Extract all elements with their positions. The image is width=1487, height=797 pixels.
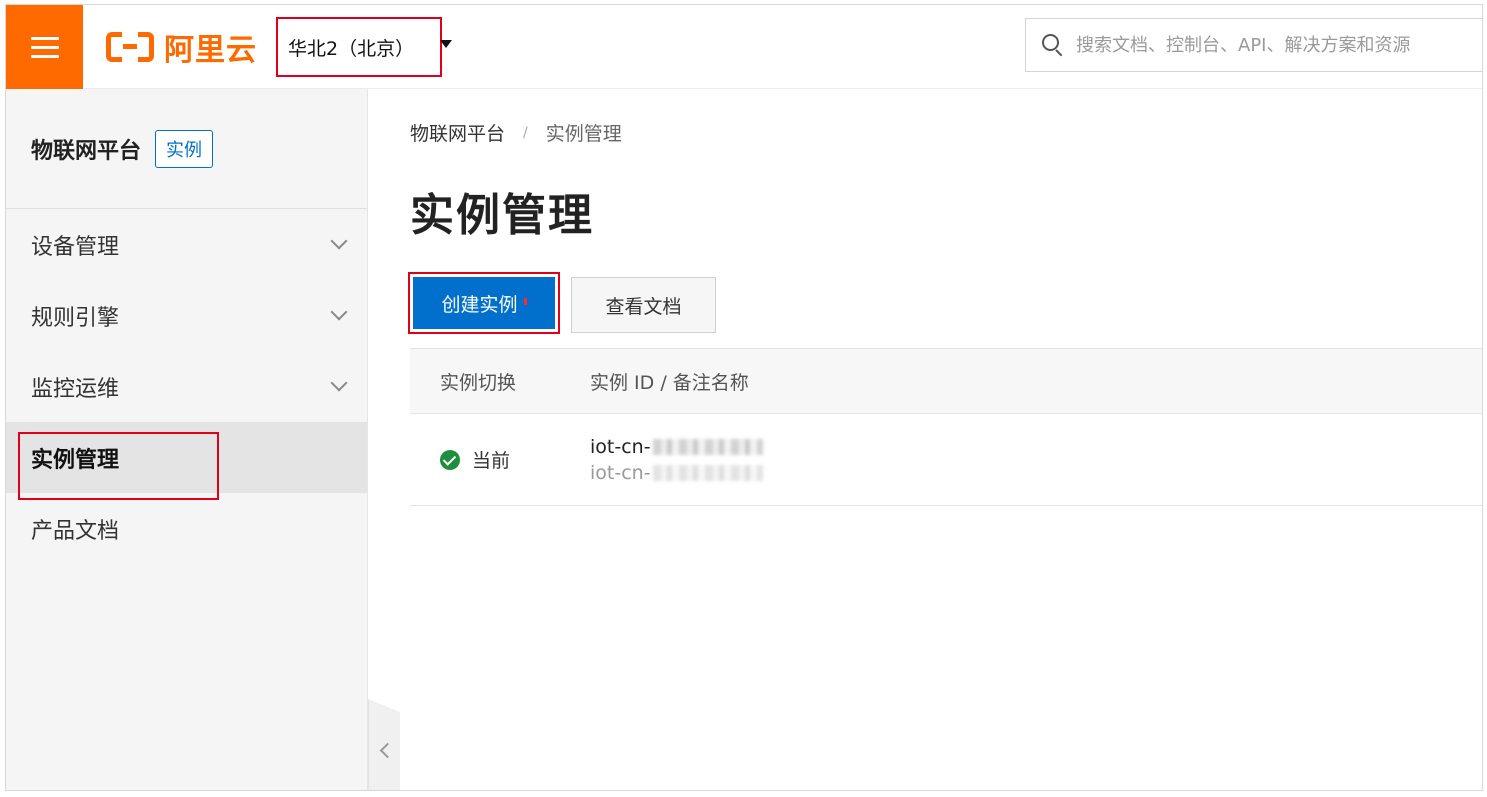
create-instance-label: 创建实例 [441, 293, 518, 316]
page-title: 实例管理 [410, 190, 594, 241]
sidebar-item-label: 规则引擎 [31, 305, 120, 331]
sidebar-item-label: 监控运维 [31, 376, 120, 402]
instance-tag[interactable]: 实例 [155, 129, 214, 168]
column-header-id: 实例 ID / 备注名称 [590, 371, 749, 394]
console-window: 阿里云 华北2（北京） 物联网平台 实例 设备管理 规则引擎 监控运维 实例管理 [5, 4, 1483, 791]
sidebar-item-monitoring[interactable]: 监控运维 [6, 351, 367, 422]
sidebar-item-device-management[interactable]: 设备管理 [6, 209, 367, 280]
aliyun-logo[interactable]: 阿里云 [106, 27, 257, 68]
sidebar-item-label: 设备管理 [31, 234, 120, 260]
create-instance-button[interactable]: 创建实例 [413, 277, 555, 329]
sidebar-item-product-docs[interactable]: 产品文档 [6, 493, 367, 564]
search-input[interactable] [1076, 34, 1476, 56]
column-header-switch: 实例切换 [440, 371, 517, 394]
table-header: 实例切换 实例 ID / 备注名称 [410, 348, 1482, 414]
menu-icon[interactable] [6, 5, 83, 89]
breadcrumb-item-current: 实例管理 [545, 123, 622, 145]
instance-id[interactable]: iot-cn- [590, 436, 651, 458]
breadcrumb-item-iot-platform[interactable]: 物联网平台 [410, 119, 505, 146]
region-selector[interactable]: 华北2（北京） [276, 17, 442, 77]
instance-id-cell: iot-cn- iot-cn- [590, 436, 763, 484]
sidebar: 物联网平台 实例 设备管理 规则引擎 监控运维 实例管理 产品文档 [6, 89, 368, 790]
chevron-down-icon [330, 232, 348, 250]
instance-table: 实例切换 实例 ID / 备注名称 当前 iot-cn- iot-cn- [410, 348, 1482, 506]
create-instance-highlight: 创建实例 [408, 272, 560, 334]
table-row[interactable]: 当前 iot-cn- iot-cn- [410, 414, 1482, 506]
sidebar-item-label: 实例管理 [31, 447, 120, 473]
sidebar-header: 物联网平台 实例 [6, 89, 367, 209]
check-circle-icon [440, 449, 460, 470]
main-content: 物联网平台 / 实例管理 实例管理 创建实例 查看文档 实例切换 实例 ID /… [368, 89, 1482, 790]
global-search[interactable] [1025, 18, 1482, 72]
breadcrumb: 物联网平台 / 实例管理 [410, 119, 622, 146]
product-title: 物联网平台 [31, 138, 142, 164]
instance-note: iot-cn- [590, 461, 651, 484]
search-icon [1042, 34, 1064, 57]
aliyun-logo-icon [106, 32, 154, 62]
redacted-text [652, 464, 763, 481]
chevron-down-icon [330, 303, 348, 321]
instance-switch-cell: 当前 [410, 446, 590, 473]
redacted-text [652, 438, 763, 455]
sidebar-item-rule-engine[interactable]: 规则引擎 [6, 280, 367, 351]
logo-text: 阿里云 [164, 33, 257, 68]
caret-down-icon[interactable] [440, 40, 452, 48]
sidebar-item-instance-management[interactable]: 实例管理 [6, 422, 367, 493]
breadcrumb-separator: / [523, 124, 528, 141]
chevron-down-icon [330, 374, 348, 392]
view-docs-button[interactable]: 查看文档 [571, 277, 716, 333]
current-status: 当前 [472, 450, 511, 472]
top-bar: 阿里云 华北2（北京） [6, 5, 1482, 89]
sidebar-item-label: 产品文档 [31, 518, 120, 544]
red-dot-badge [523, 297, 527, 305]
